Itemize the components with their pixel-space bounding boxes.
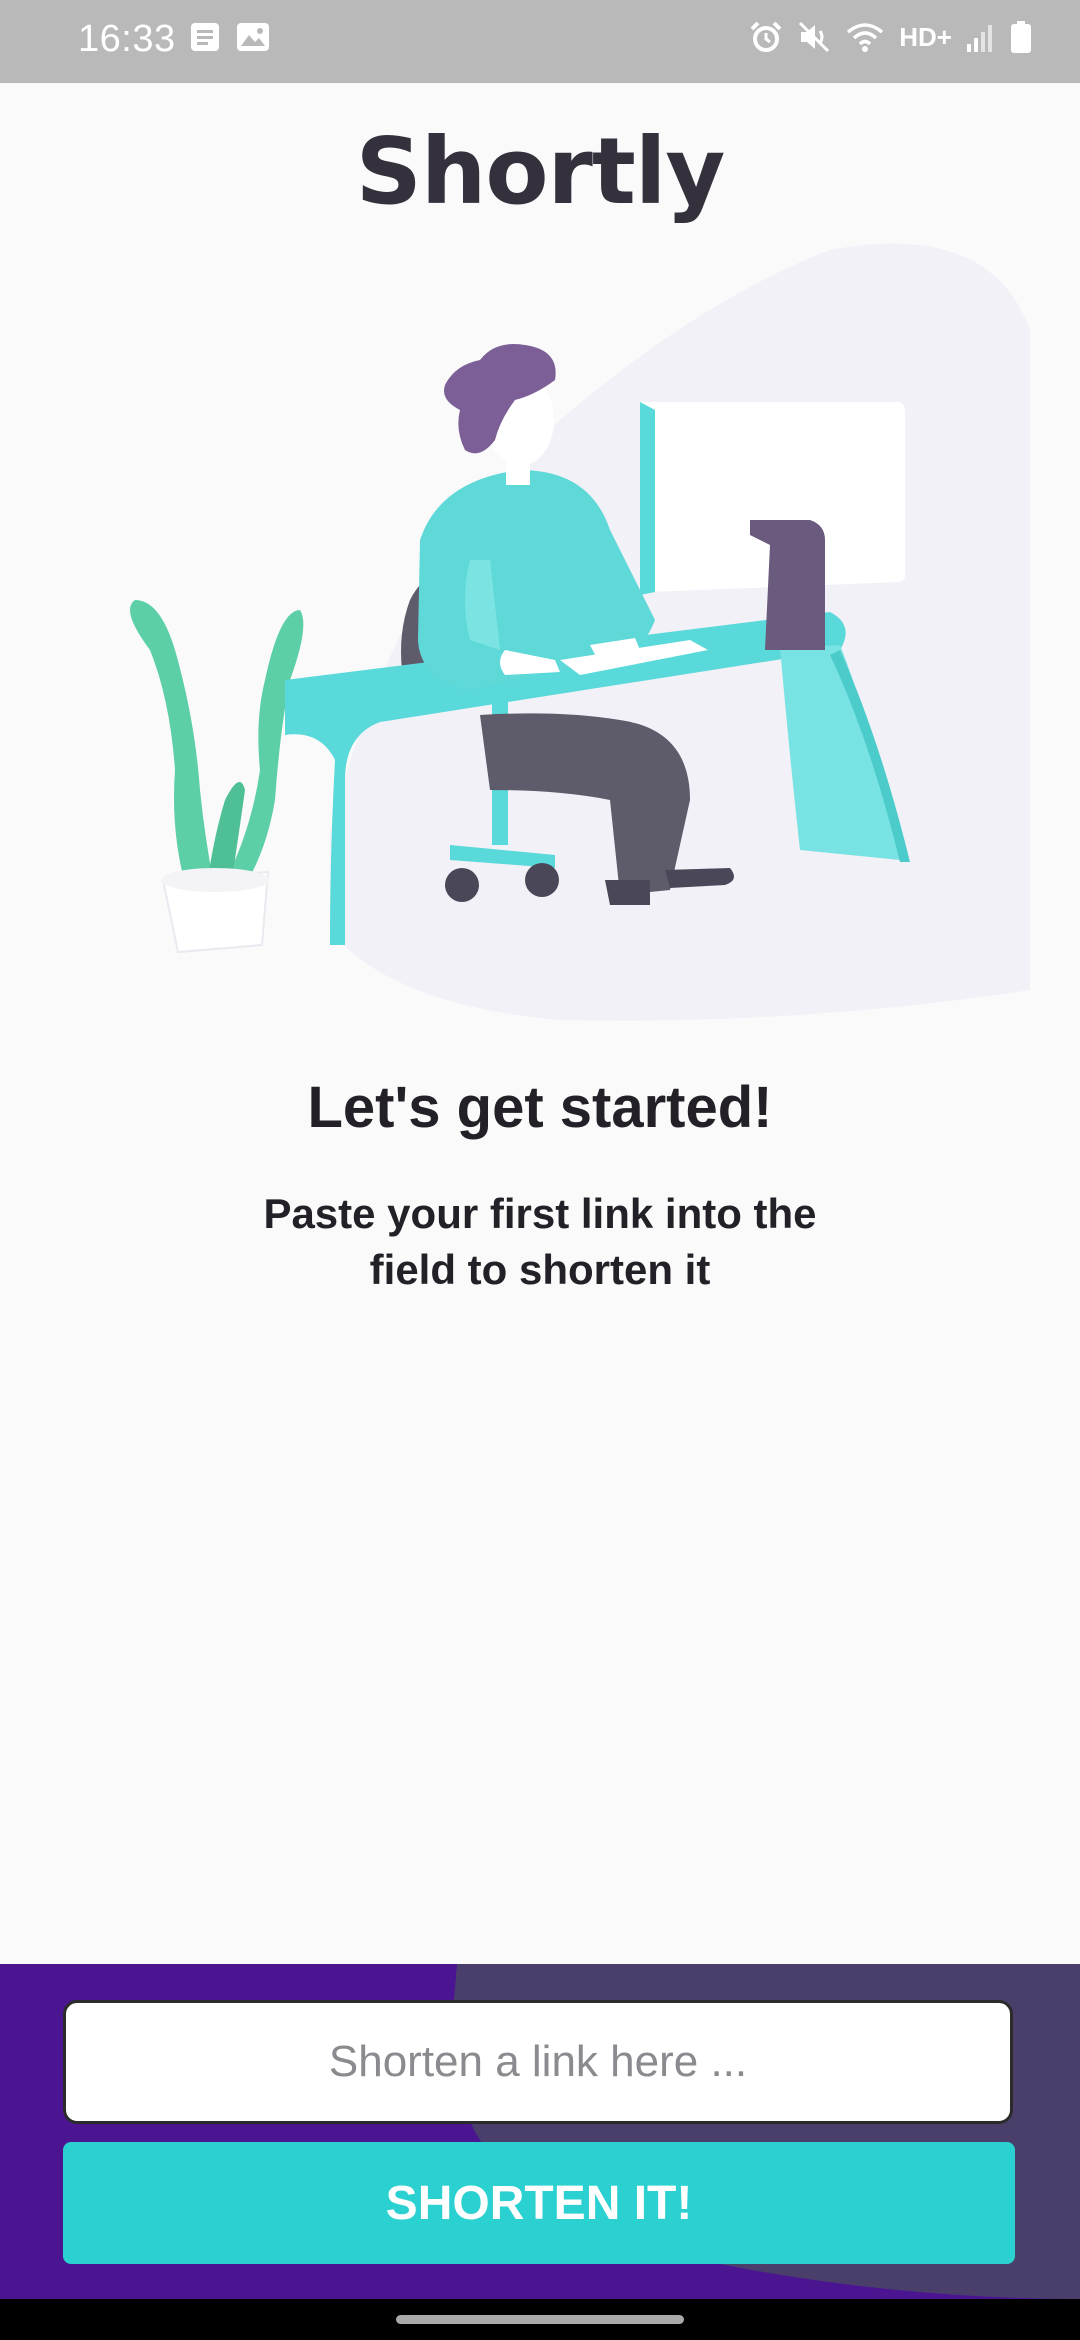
shorten-link-panel: SHORTEN IT! <box>0 1964 1080 2299</box>
status-bar: 16:33 HD+ <box>0 0 1080 83</box>
empty-state-heading: Let's get started! <box>307 1075 773 1140</box>
battery-icon <box>1011 21 1031 53</box>
home-indicator[interactable] <box>396 2315 684 2324</box>
working-person-illustration <box>130 243 1030 1021</box>
alarm-icon <box>750 21 782 52</box>
wifi-icon <box>847 23 884 52</box>
app-title: Shortly <box>355 118 726 225</box>
empty-state-description: Paste your first link into the field to … <box>263 1190 817 1293</box>
status-right-icons: HD+ <box>749 20 1032 54</box>
shorten-button[interactable]: SHORTEN IT! <box>63 2142 1015 2264</box>
notes-icon <box>191 23 219 51</box>
network-type: HD+ <box>899 21 952 52</box>
gallery-icon <box>237 23 269 51</box>
link-input[interactable] <box>63 2000 1013 2124</box>
status-left-icons <box>190 22 270 52</box>
status-time: 16:33 <box>78 18 176 60</box>
signal-icon <box>967 25 992 52</box>
navigation-bar <box>0 2299 1080 2340</box>
mute-icon <box>799 21 830 53</box>
